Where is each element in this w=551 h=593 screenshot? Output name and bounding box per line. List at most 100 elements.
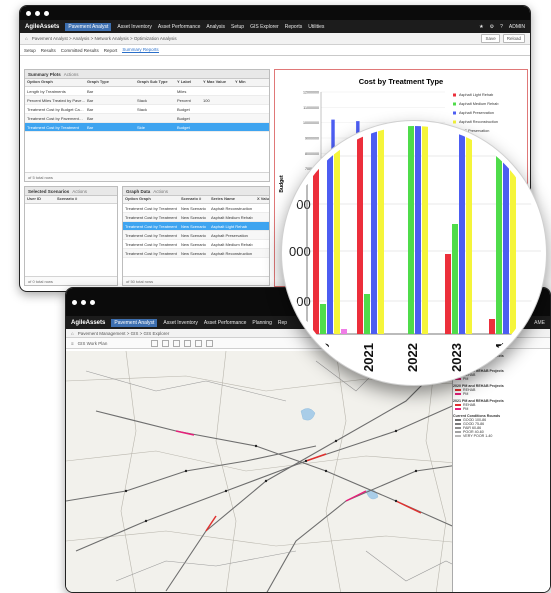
grid-header: Option Graph Scenario # Series Name X Va… <box>123 196 269 204</box>
nav-item[interactable]: Analysis <box>206 24 225 30</box>
menu-icon[interactable]: ≡ <box>71 341 74 346</box>
table-cell: Budget <box>177 124 190 130</box>
magnified-bar <box>334 126 340 334</box>
nav-item[interactable]: Utilities <box>308 24 324 30</box>
column-header[interactable]: Series Name <box>209 196 255 203</box>
legend-swatch <box>455 393 461 395</box>
table-cell: Percent <box>177 97 191 103</box>
table-cell: Treatment Cost by Treatment <box>27 124 79 130</box>
home-icon[interactable]: ⌂ <box>25 36 28 41</box>
tab-committed-results[interactable]: Committed Results <box>61 48 99 53</box>
table-cell: Treatment Cost by Treatment <box>125 241 177 247</box>
column-header[interactable]: X Valu <box>255 196 269 203</box>
table-row[interactable]: Treatment Cost by Treatment New Scenario A… <box>123 249 269 258</box>
user-menu[interactable]: ADMIN <box>509 24 525 30</box>
breadcrumb-text: Pavement Analyst > Analysis > Network An… <box>31 36 177 41</box>
nav-item[interactable]: Asset Inventory <box>163 320 197 326</box>
tab-report[interactable]: Report <box>104 48 118 53</box>
column-header[interactable]: Scenario # <box>55 196 105 203</box>
panel-title: Graph Data <box>126 188 151 194</box>
table-cell: Treatment Cost by Treatment <box>125 205 177 211</box>
tab-setup[interactable]: Setup <box>24 48 36 53</box>
save-button[interactable]: Save <box>481 34 500 43</box>
window-dot[interactable] <box>90 299 95 305</box>
tab-results[interactable]: Results <box>41 48 56 53</box>
pager: of 0 total rows <box>25 276 117 285</box>
table-cell: Treatment Cost by Budget Ca… <box>27 106 84 112</box>
nav-item[interactable]: Asset Inventory <box>117 24 151 30</box>
star-icon[interactable]: ★ <box>479 24 483 30</box>
nav-item[interactable]: Asset Performance <box>158 24 201 30</box>
legend-label: PM <box>463 407 469 411</box>
breadcrumb-text: Pavement Management > GIS > GIS Explorer <box>77 330 170 336</box>
window-dot[interactable] <box>35 10 40 16</box>
column-header[interactable]: Option Graph <box>123 196 179 203</box>
table-row[interactable]: Treatment Cost by Treatment New Scenario A… <box>123 240 269 249</box>
legend-swatch <box>455 389 461 391</box>
actions-menu[interactable]: Actions <box>153 189 168 194</box>
table-row[interactable]: Percent Miles Treated by Pave… Bar Stack Pe… <box>25 96 269 105</box>
window-dot[interactable] <box>44 10 49 16</box>
window-dot[interactable] <box>81 299 86 305</box>
column-header[interactable]: Y Label <box>175 79 201 86</box>
table-cell: New Scenario <box>181 214 206 220</box>
magnified-bar <box>364 294 370 334</box>
y-tick-label: 8000000 <box>305 152 319 156</box>
nav-item[interactable]: Rep <box>278 320 287 326</box>
table-row[interactable]: Treatment Cost by Budget Ca… Bar Stack Budg… <box>25 105 269 114</box>
actions-menu[interactable]: Actions <box>64 72 79 77</box>
table-row[interactable]: Treatment Cost by Treatment New Scenario A… <box>123 213 269 222</box>
measure-tool-icon[interactable] <box>184 339 192 347</box>
pager: of 50 total rows <box>123 276 269 285</box>
column-header[interactable]: Option Graph <box>25 79 85 86</box>
zoom-tool-icon[interactable] <box>162 339 170 347</box>
column-header[interactable]: User ID <box>25 196 55 203</box>
nav-item[interactable]: Planning <box>252 320 271 326</box>
selected-scenarios-panel: Selected Scenarios Actions User ID Scena… <box>24 186 118 286</box>
legend-swatch <box>455 404 461 406</box>
window-dot[interactable] <box>26 10 31 16</box>
nav-item[interactable]: Reports <box>285 24 303 30</box>
magnified-bar-chart: 00000000000020202021202220232024 <box>287 126 541 380</box>
column-header[interactable]: Scenario # <box>179 196 209 203</box>
map-legend: 2018 PM and REHAB ProjectsREHABPM2019 PM… <box>452 351 550 592</box>
layers-tool-icon[interactable] <box>206 339 214 347</box>
window-dot[interactable] <box>72 299 77 305</box>
table-row[interactable]: Length by Treatments Bar Miles <box>25 87 269 96</box>
map-tab[interactable]: GIS Work Plan <box>78 341 108 346</box>
column-header[interactable]: Graph Type <box>85 79 135 86</box>
nav-module[interactable]: Pavement Analyst <box>111 318 158 327</box>
actions-menu[interactable]: Actions <box>72 189 87 194</box>
user-menu[interactable]: AME <box>534 320 545 326</box>
table-cell: Asphalt Reconstruction <box>211 205 253 211</box>
select-tool-icon[interactable] <box>173 339 181 347</box>
table-row[interactable]: Treatment Cost by Treatment New Scenario A… <box>123 204 269 213</box>
app-logo: AgileAssets <box>71 319 106 326</box>
print-tool-icon[interactable] <box>195 339 203 347</box>
x-tick-label: 2022 <box>405 343 420 372</box>
magnified-bar <box>459 126 465 334</box>
nav-item[interactable]: GIS Explorer <box>250 24 279 30</box>
table-row[interactable]: Treatment Cost by Treatment New Scenario A… <box>123 231 269 240</box>
column-header[interactable]: Y Min <box>233 79 263 86</box>
table-cell: Stack <box>137 106 148 112</box>
pan-tool-icon[interactable] <box>151 339 159 347</box>
home-icon[interactable]: ⌂ <box>71 331 74 336</box>
help-icon[interactable]: ? <box>500 24 503 30</box>
map-canvas[interactable]: 2018 PM and REHAB ProjectsREHABPM2019 PM… <box>66 351 550 592</box>
legend-swatch <box>455 408 461 410</box>
column-header[interactable]: Y Max Value <box>201 79 233 86</box>
table-row[interactable]: Treatment Cost by Treatment New Scenario A… <box>123 222 269 231</box>
gear-icon[interactable]: ⚙ <box>490 24 494 30</box>
table-row[interactable]: Treatment Cost by Treatment Bar Side Budget <box>25 123 269 132</box>
table-row[interactable]: Treatment Cost by Pavement… Bar Budget <box>25 114 269 123</box>
column-header[interactable]: Graph Sub Type <box>135 79 175 86</box>
nav-item[interactable]: Setup <box>231 24 244 30</box>
table-cell: Budget <box>177 106 190 112</box>
chart-title: Cost by Treatment Type <box>359 77 443 86</box>
nav-module[interactable]: Pavement Analyst <box>65 22 112 31</box>
nav-item[interactable]: Asset Performance <box>204 320 247 326</box>
tab-summary-reports[interactable]: Summary Reports <box>122 47 159 53</box>
reload-button[interactable]: Reload <box>502 34 525 43</box>
analysis-tabs: Setup Results Committed Results Report S… <box>20 45 530 56</box>
